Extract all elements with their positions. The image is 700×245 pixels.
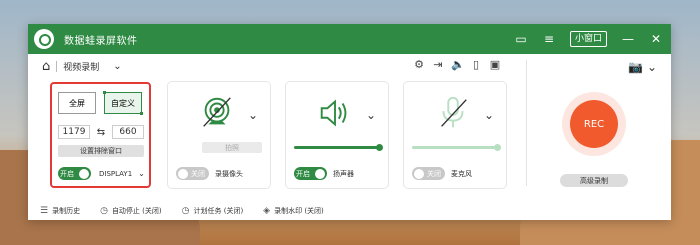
display-chevron-down-icon[interactable]: ⌄ bbox=[138, 169, 145, 178]
speaker-volume-slider[interactable] bbox=[294, 144, 383, 151]
slider-thumb[interactable] bbox=[376, 144, 383, 151]
toggle-knob bbox=[315, 168, 325, 179]
watermark-item[interactable]: ◈ 录制水印 (关闭) bbox=[263, 206, 324, 216]
toggle-knob bbox=[79, 168, 89, 179]
webcam-label: 录摄像头 bbox=[215, 169, 243, 178]
webcam-toggle-label: 关闭 bbox=[191, 169, 205, 178]
auto-stop-label: 自动停止 (关闭) bbox=[111, 207, 162, 215]
slider-thumb[interactable] bbox=[494, 144, 501, 151]
speaker-label: 扬声器 bbox=[333, 169, 354, 178]
advanced-recording-button[interactable]: 高级录制 bbox=[560, 174, 628, 187]
app-window: 数据蛙录屏软件 ▭ ≡ 小窗口 — ✕ ⌂ 视频录制 ⌄ ⚙ ⇥ 🔈 ▯ ▣ 全… bbox=[28, 24, 671, 220]
drop-icon: ◈ bbox=[263, 206, 271, 216]
footer-bar: ☰ 录制历史 ◷ 自动停止 (关闭) ◷ 计划任务 (关闭) ◈ 录制水印 (关… bbox=[28, 202, 671, 220]
snapshot-button[interactable]: 拍照 bbox=[202, 142, 262, 153]
home-icon[interactable]: ⌂ bbox=[42, 59, 50, 74]
settings-icon[interactable]: ⚙ bbox=[413, 58, 425, 71]
minimize-icon[interactable]: — bbox=[621, 33, 635, 45]
divider bbox=[56, 60, 58, 72]
speaker-volume-icon[interactable] bbox=[316, 94, 354, 132]
menu-icon[interactable]: ≡ bbox=[542, 33, 556, 45]
microphone-panel: ⌄ 关闭 麦克风 bbox=[404, 82, 506, 188]
microphone-label: 麦克风 bbox=[451, 169, 472, 178]
webcam-bottom-row: 关闭 录摄像头 bbox=[176, 167, 243, 180]
list-icon: ☰ bbox=[40, 206, 49, 216]
display-label: DISPLAY1 bbox=[99, 169, 133, 178]
schedule-icon: ◷ bbox=[181, 206, 190, 216]
screen-panel: 全屏 自定义 1179 ⇆ 660 设置排除窗口 开启 DISPLAY1 ⌄ bbox=[50, 82, 151, 188]
speaker-chevron-down-icon[interactable]: ⌄ bbox=[366, 108, 376, 122]
webcam-toggle[interactable]: 关闭 bbox=[176, 167, 209, 180]
snapshot-label: 拍照 bbox=[225, 143, 239, 152]
microphone-toggle-label: 关闭 bbox=[427, 169, 441, 178]
microphone-volume-slider[interactable] bbox=[412, 144, 501, 151]
link-icon[interactable]: ⇆ bbox=[96, 127, 106, 138]
app-logo-icon bbox=[34, 29, 54, 49]
camera-icon[interactable]: 📷 bbox=[628, 60, 643, 74]
titlebar-controls: ▭ ≡ 小窗口 — ✕ bbox=[514, 24, 663, 54]
schedule-label: 计划任务 (关闭) bbox=[193, 207, 244, 215]
screen-mode-buttons: 全屏 自定义 bbox=[58, 91, 143, 115]
watermark-label: 录制水印 (关闭) bbox=[274, 207, 324, 215]
size-row: 1179 ⇆ 660 bbox=[58, 125, 144, 139]
rec-button-ring: REC bbox=[562, 92, 626, 156]
history-item[interactable]: ☰ 录制历史 bbox=[40, 206, 80, 216]
clock-icon: ◷ bbox=[100, 206, 108, 216]
width-input[interactable]: 1179 bbox=[58, 125, 90, 139]
history-label: 录制历史 bbox=[52, 207, 81, 215]
fps-icon[interactable]: ▣ bbox=[489, 58, 501, 71]
mini-window-button[interactable]: 小窗口 bbox=[569, 31, 607, 47]
fullscreen-button[interactable]: 全屏 bbox=[58, 92, 96, 114]
camera-chevron-down-icon[interactable]: ⌄ bbox=[647, 60, 657, 74]
toggle-knob bbox=[178, 168, 188, 179]
divider bbox=[526, 60, 527, 186]
schedule-item[interactable]: ◷ 计划任务 (关闭) bbox=[182, 206, 244, 216]
webcam-panel: ⌄ 拍照 关闭 录摄像头 bbox=[168, 82, 270, 188]
title-bar: 数据蛙录屏软件 ▭ ≡ 小窗口 — ✕ bbox=[28, 24, 671, 54]
speaker-icon[interactable]: 🔈 bbox=[451, 58, 465, 71]
auto-stop-item[interactable]: ◷ 自动停止 (关闭) bbox=[100, 206, 162, 216]
app-title: 数据蛙录屏软件 bbox=[64, 35, 138, 47]
export-icon[interactable]: ⇥ bbox=[432, 58, 444, 71]
custom-region-button[interactable]: 自定义 bbox=[103, 91, 143, 115]
toggle-knob bbox=[414, 168, 424, 179]
webcam-icon[interactable] bbox=[198, 94, 236, 132]
tool-icons: ⚙ ⇥ 🔈 ▯ ▣ bbox=[413, 58, 501, 71]
speaker-bottom-row: 开启 扬声器 bbox=[294, 167, 354, 180]
mode-chevron-down-icon[interactable]: ⌄ bbox=[113, 61, 121, 72]
screen-bottom-row: 开启 DISPLAY1 ⌄ bbox=[58, 167, 145, 180]
speaker-toggle-label: 开启 bbox=[296, 169, 310, 178]
rec-button[interactable]: REC bbox=[570, 100, 618, 148]
exclude-window-button[interactable]: 设置排除窗口 bbox=[58, 145, 144, 157]
speaker-panel: ⌄ 开启 扬声器 bbox=[286, 82, 388, 188]
height-input[interactable]: 660 bbox=[112, 125, 144, 139]
screen-toggle-label: 开启 bbox=[60, 169, 74, 178]
mouse-icon[interactable]: ▯ bbox=[470, 58, 482, 71]
close-icon[interactable]: ✕ bbox=[649, 33, 663, 45]
microphone-chevron-down-icon[interactable]: ⌄ bbox=[484, 108, 494, 122]
webcam-chevron-down-icon[interactable]: ⌄ bbox=[248, 108, 258, 122]
screen-toggle[interactable]: 开启 bbox=[58, 167, 91, 180]
microphone-bottom-row: 关闭 麦克风 bbox=[412, 167, 472, 180]
microphone-icon[interactable] bbox=[434, 94, 472, 132]
message-icon[interactable]: ▭ bbox=[514, 33, 528, 45]
microphone-toggle[interactable]: 关闭 bbox=[412, 167, 445, 180]
speaker-toggle[interactable]: 开启 bbox=[294, 167, 327, 180]
mode-label: 视频录制 bbox=[63, 62, 100, 73]
screenshot-controls: 📷 ⌄ bbox=[628, 60, 657, 74]
